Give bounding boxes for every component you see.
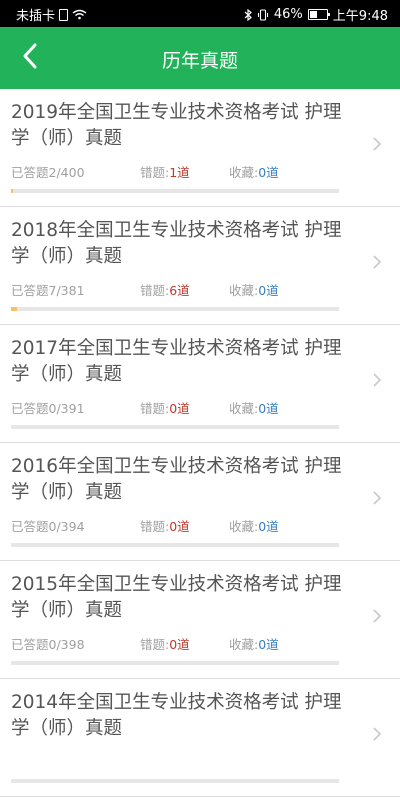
exam-title: 2016年全国卫生专业技术资格考试 护理学（师）真题 (11, 456, 342, 503)
exam-list-item[interactable]: 2015年全国卫生专业技术资格考试 护理学（师）真题 已答题0/398 错题:0… (0, 561, 400, 679)
progress-bar (11, 189, 339, 193)
wifi-icon (72, 9, 87, 20)
exam-stats: 已答题2/400 错题:1道 收藏:0道 (11, 162, 341, 180)
chevron-right-icon (372, 136, 382, 152)
exam-list-item[interactable]: 2016年全国卫生专业技术资格考试 护理学（师）真题 已答题0/394 错题:0… (0, 443, 400, 561)
wrong-count: 错题:0道 (140, 519, 190, 534)
progress-bar (11, 661, 339, 665)
chevron-right-icon (372, 726, 382, 742)
favorite-count: 收藏:0道 (229, 637, 279, 652)
progress-fill (11, 189, 13, 193)
wrong-count: 错题:0道 (140, 637, 190, 652)
progress-bar (11, 779, 339, 783)
vibrate-icon (257, 8, 269, 21)
carrier-text: 未插卡 (16, 9, 56, 24)
chevron-right-icon (372, 490, 382, 506)
exam-stats: 已答题0/398 错题:0道 收藏:0道 (11, 634, 341, 652)
favorite-count: 收藏:0道 (229, 401, 279, 416)
page-title: 历年真题 (161, 50, 238, 72)
app-bar: 历年真题 (0, 27, 400, 89)
exam-title: 2015年全国卫生专业技术资格考试 护理学（师）真题 (11, 574, 342, 621)
battery-percent: 46% (273, 7, 303, 22)
chevron-right-icon (372, 372, 382, 388)
exam-stats: 已答题7/381 错题:6道 收藏:0道 (11, 280, 341, 298)
battery-icon (307, 9, 330, 20)
progress-fill (11, 307, 17, 311)
exam-list-item[interactable]: 2019年全国卫生专业技术资格考试 护理学（师）真题 已答题2/400 错题:1… (0, 89, 400, 207)
exam-list-item[interactable]: 2017年全国卫生专业技术资格考试 护理学（师）真题 已答题0/391 错题:0… (0, 325, 400, 443)
chevron-right-icon (372, 254, 382, 270)
wrong-count: 错题:6道 (140, 283, 190, 298)
exam-title: 2014年全国卫生专业技术资格考试 护理学（师）真题 (11, 692, 342, 739)
exam-title: 2018年全国卫生专业技术资格考试 护理学（师）真题 (11, 220, 342, 267)
exam-stats: 已答题0/394 错题:0道 收藏:0道 (11, 516, 341, 534)
progress-bar (11, 543, 339, 547)
favorite-count: 收藏:0道 (229, 283, 279, 298)
chevron-right-icon (372, 608, 382, 624)
exam-stats (11, 752, 341, 768)
answered-count: 已答题0/398 (11, 637, 85, 652)
favorite-count: 收藏:0道 (229, 519, 279, 534)
exam-list-item[interactable]: 2018年全国卫生专业技术资格考试 护理学（师）真题 已答题7/381 错题:6… (0, 207, 400, 325)
exam-title: 2019年全国卫生专业技术资格考试 护理学（师）真题 (11, 102, 342, 149)
sim-card-icon (59, 8, 69, 21)
answered-count: 已答题0/391 (11, 401, 85, 416)
progress-bar (11, 307, 339, 311)
answered-count: 已答题7/381 (11, 283, 85, 298)
favorite-count: 收藏:0道 (229, 165, 279, 180)
progress-bar (11, 425, 339, 429)
wrong-count: 错题:0道 (140, 401, 190, 416)
exam-list-item[interactable]: 2014年全国卫生专业技术资格考试 护理学（师）真题 (0, 679, 400, 797)
wrong-count: 错题:1道 (140, 165, 190, 180)
status-bar: 未插卡 46% 上午9:48 (0, 0, 400, 27)
answered-count: 已答题0/394 (11, 519, 85, 534)
answered-count: 已答题2/400 (11, 165, 85, 180)
exam-title: 2017年全国卫生专业技术资格考试 护理学（师）真题 (11, 338, 342, 385)
clock: 上午9:48 (332, 9, 388, 24)
exam-list: 2019年全国卫生专业技术资格考试 护理学（师）真题 已答题2/400 错题:1… (0, 89, 400, 797)
exam-stats: 已答题0/391 错题:0道 收藏:0道 (11, 398, 341, 416)
bluetooth-icon (244, 8, 252, 21)
